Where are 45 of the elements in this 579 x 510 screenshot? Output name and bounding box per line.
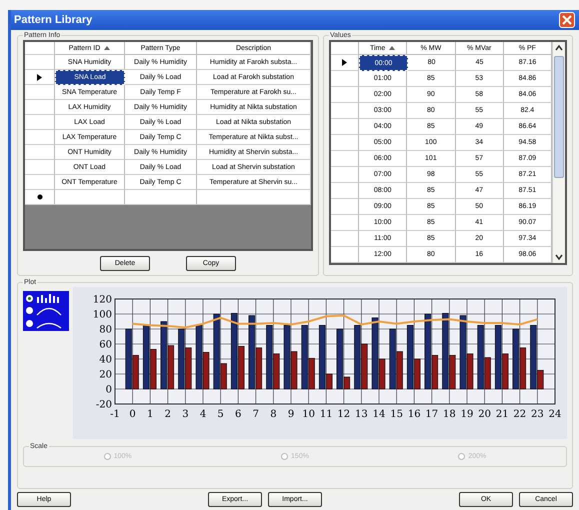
sort-icon xyxy=(104,46,110,50)
x-tick-label: 18 xyxy=(443,409,456,420)
y-tick-label: 100 xyxy=(92,310,112,320)
x-tick-label: 13 xyxy=(355,409,368,420)
close-icon xyxy=(562,15,572,25)
x-tick-label: -1 xyxy=(110,409,120,420)
x-tick-label: 19 xyxy=(460,409,474,420)
x-tick-label: 0 xyxy=(129,409,136,420)
y-tick-label: 60 xyxy=(99,340,112,350)
scrollbar[interactable] xyxy=(552,42,565,263)
x-tick-label: 5 xyxy=(217,409,224,420)
window-title: Pattern Library xyxy=(14,14,92,26)
y-tick-label: 40 xyxy=(99,354,112,366)
x-tick-label: 14 xyxy=(372,409,386,420)
x-tick-label: 10 xyxy=(302,409,315,420)
x-tick-label: 4 xyxy=(200,409,206,420)
sort-icon xyxy=(389,46,396,50)
x-tick-label: 7 xyxy=(252,409,259,420)
x-tick-label: 17 xyxy=(425,409,438,420)
x-tick-label: 21 xyxy=(496,409,509,420)
bar-chart-icon xyxy=(36,293,62,304)
x-tick-label: 2 xyxy=(164,409,171,420)
x-tick-label: 24 xyxy=(548,409,562,420)
y-tick-label: -20 xyxy=(96,400,112,410)
radio-button[interactable] xyxy=(26,320,33,328)
x-tick-label: 3 xyxy=(182,409,189,420)
x-tick-label: 6 xyxy=(235,409,242,420)
x-tick-label: 8 xyxy=(270,409,277,420)
new-row-icon xyxy=(36,194,42,200)
y-tick-label: 80 xyxy=(99,324,112,336)
x-tick-label: 20 xyxy=(478,409,491,420)
x-tick-label: 9 xyxy=(288,409,294,420)
curve-icon xyxy=(36,306,62,316)
x-tick-label: 23 xyxy=(531,409,544,420)
radio-button[interactable] xyxy=(26,307,33,314)
x-tick-label: 16 xyxy=(408,409,421,420)
x-tick-label: 15 xyxy=(390,409,403,420)
y-tick-label: 120 xyxy=(92,294,112,306)
x-tick-label: 1 xyxy=(147,409,154,420)
x-tick-label: 11 xyxy=(320,409,333,420)
y-tick-label: 20 xyxy=(99,370,112,380)
x-tick-label: 22 xyxy=(513,409,526,420)
y-tick-label: 0 xyxy=(106,384,112,396)
close-button[interactable] xyxy=(559,12,575,28)
x-tick-label: 12 xyxy=(337,409,350,420)
